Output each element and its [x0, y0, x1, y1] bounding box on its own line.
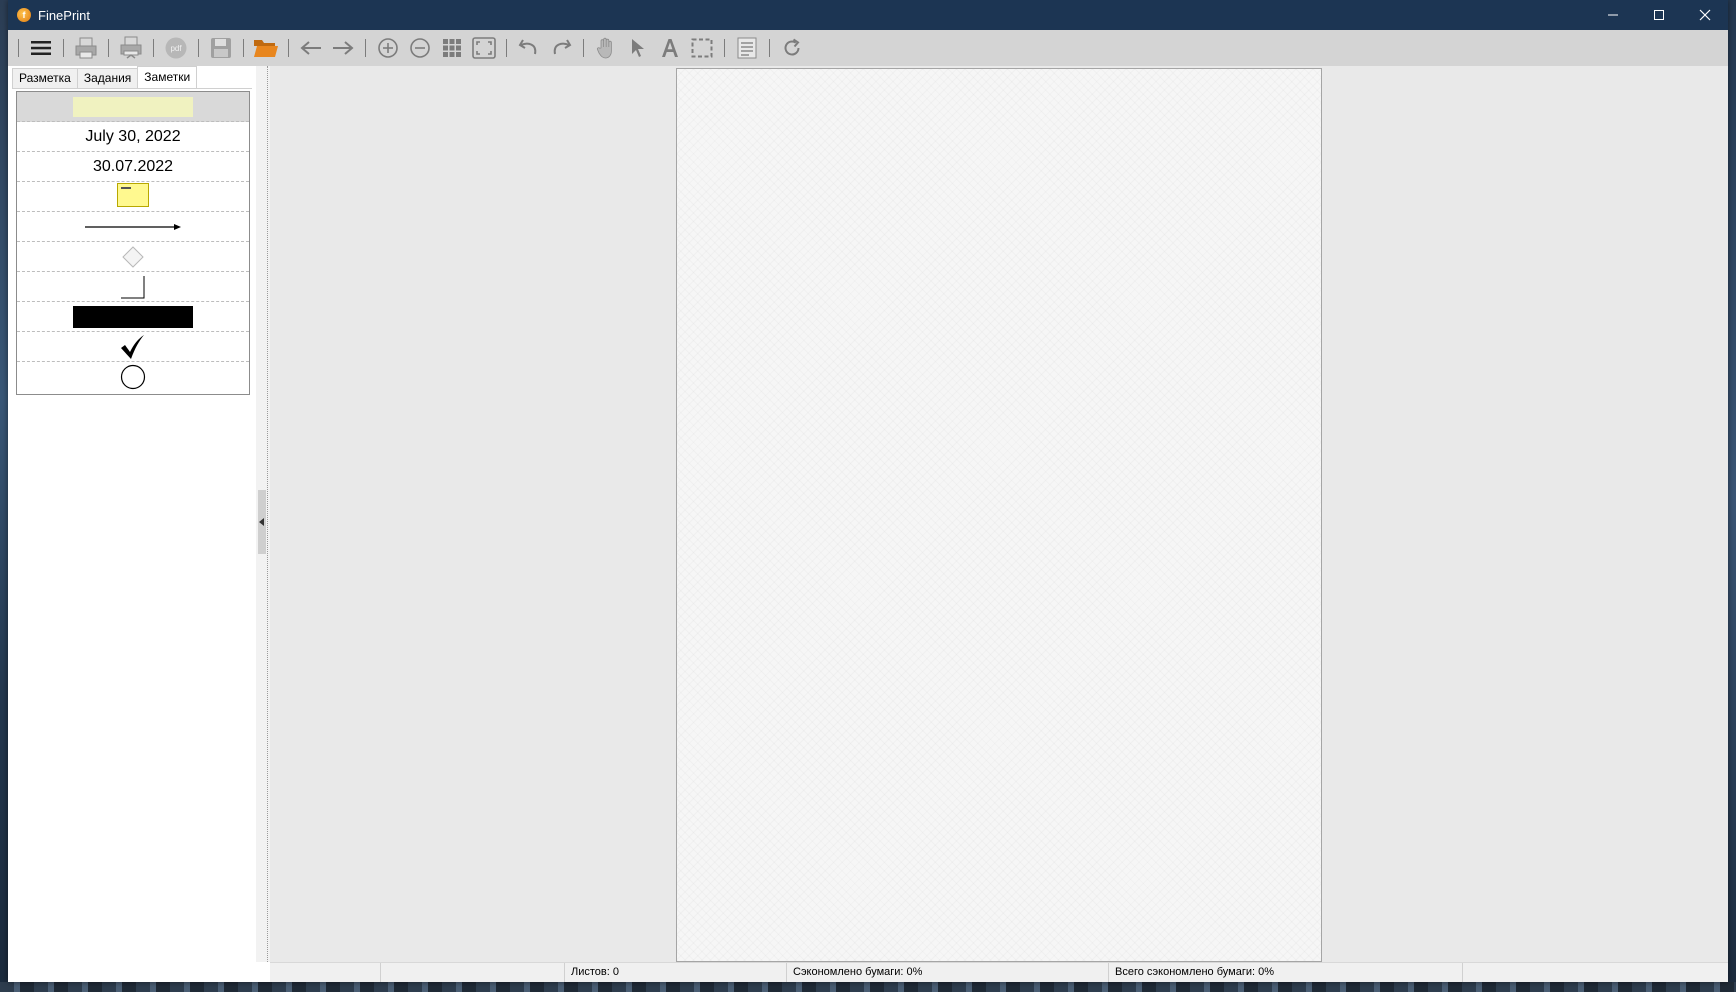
toolbar-separator — [18, 39, 19, 57]
title-bar[interactable]: f FinePrint — [8, 0, 1728, 30]
minimize-button[interactable] — [1590, 0, 1636, 30]
tab-notes[interactable]: Заметки — [137, 66, 198, 89]
pointer-icon[interactable] — [625, 35, 651, 61]
note-item-date-long[interactable]: July 30, 2022 — [17, 122, 249, 152]
note-item-highlight[interactable] — [17, 92, 249, 122]
note-item-date-short[interactable]: 30.07.2022 — [17, 152, 249, 182]
toolbar-separator — [243, 39, 244, 57]
refresh-icon[interactable] — [779, 35, 805, 61]
status-bar: Листов: 0 Сэкономлено бумаги: 0% Всего с… — [270, 962, 1728, 982]
page-preview[interactable] — [676, 68, 1322, 962]
zoom-out-icon[interactable] — [407, 35, 433, 61]
app-logo-icon: f — [17, 8, 31, 22]
panel-tabs: Разметка Задания Заметки — [12, 66, 198, 89]
window-controls — [1590, 0, 1728, 30]
desktop-background-right — [1728, 0, 1736, 992]
desktop-background-left — [0, 0, 8, 992]
fit-page-icon[interactable] — [471, 35, 497, 61]
tab-strip-divider — [12, 88, 252, 89]
page-info-icon[interactable] — [734, 35, 760, 61]
toolbar-separator — [63, 39, 64, 57]
zoom-in-icon[interactable] — [375, 35, 401, 61]
pdf-icon[interactable]: pdf — [163, 35, 189, 61]
corner-line-icon — [121, 275, 145, 298]
preview-area[interactable] — [270, 66, 1728, 962]
note-item-checkmark[interactable] — [17, 332, 249, 362]
note-item-redact[interactable] — [17, 302, 249, 332]
open-folder-icon[interactable] — [253, 35, 279, 61]
toolbar-separator — [108, 39, 109, 57]
close-button[interactable] — [1682, 0, 1728, 30]
pdf-icon-label: pdf — [170, 44, 182, 53]
date-short-label: 30.07.2022 — [92, 157, 174, 175]
undo-icon[interactable] — [516, 35, 542, 61]
redaction-block — [73, 305, 193, 328]
menu-icon[interactable] — [28, 35, 54, 61]
print-settings-icon[interactable] — [118, 35, 144, 61]
toolbar-separator — [769, 39, 770, 57]
checkmark-icon — [121, 334, 144, 359]
note-item-line[interactable] — [17, 272, 249, 302]
arrow-left-icon[interactable] — [298, 35, 324, 61]
collapse-panel-handle[interactable] — [258, 490, 266, 554]
redo-icon[interactable] — [548, 35, 574, 61]
status-paper-saved: Сэкономлено бумаги: 0% — [786, 963, 1108, 982]
desktop-background-bottom — [0, 982, 1736, 992]
sticky-note-icon — [117, 182, 149, 207]
status-cell-end — [1462, 963, 1728, 982]
left-panel-footer — [8, 962, 270, 982]
diamond-icon — [122, 245, 144, 268]
splitter-dotted-line — [267, 66, 268, 962]
tab-jobs[interactable]: Задания — [76, 68, 139, 88]
status-cell-empty-2 — [380, 963, 564, 982]
toolbar-separator — [724, 39, 725, 57]
note-item-shape[interactable] — [17, 242, 249, 272]
select-area-icon[interactable] — [689, 35, 715, 61]
toolbar-separator — [365, 39, 366, 57]
arrow-line-icon — [85, 223, 181, 230]
toolbar-separator — [583, 39, 584, 57]
text-icon[interactable] — [657, 35, 683, 61]
status-cell-empty — [270, 963, 380, 982]
window-title: FinePrint — [38, 7, 91, 23]
note-item-sticky[interactable] — [17, 182, 249, 212]
note-item-circle[interactable] — [17, 362, 249, 392]
chevron-left-icon — [259, 518, 264, 526]
hand-icon[interactable] — [593, 35, 619, 61]
date-long-label: July 30, 2022 — [85, 127, 181, 145]
left-panel: Разметка Задания Заметки July 30, 2022 3… — [8, 66, 258, 962]
save-icon[interactable] — [208, 35, 234, 61]
toolbar-separator — [198, 39, 199, 57]
status-total-saved: Всего сэкономлено бумаги: 0% — [1108, 963, 1462, 982]
toolbar-separator — [288, 39, 289, 57]
arrow-right-icon[interactable] — [330, 35, 356, 61]
print-icon[interactable] — [73, 35, 99, 61]
toolbar-separator — [153, 39, 154, 57]
maximize-button[interactable] — [1636, 0, 1682, 30]
circle-icon — [120, 364, 146, 390]
status-sheets: Листов: 0 — [564, 963, 786, 982]
toolbar: pdf — [8, 30, 1728, 66]
app-window: f FinePrint pdf Разметка Задания Заметки… — [8, 0, 1728, 982]
highlight-swatch — [73, 96, 193, 117]
toolbar-separator — [506, 39, 507, 57]
tab-markup[interactable]: Разметка — [12, 68, 78, 88]
grid-view-icon[interactable] — [439, 35, 465, 61]
note-item-arrow[interactable] — [17, 212, 249, 242]
notes-list: July 30, 2022 30.07.2022 — [16, 91, 250, 395]
